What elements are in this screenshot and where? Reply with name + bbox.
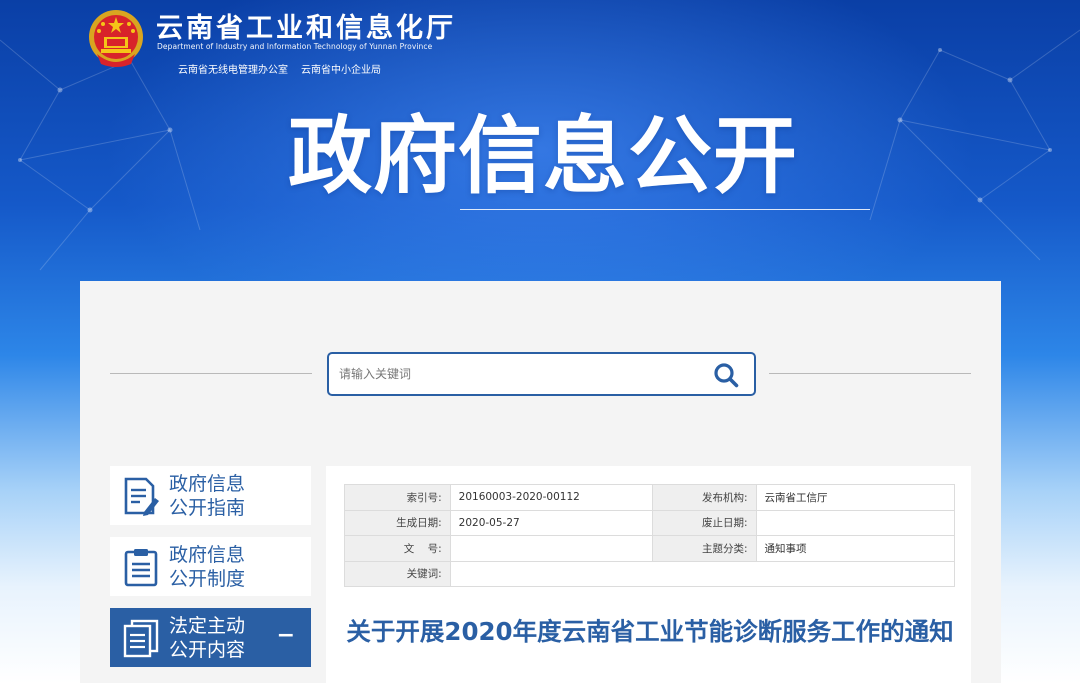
link-radio-office[interactable]: 云南省无线电管理办公室 xyxy=(178,61,288,76)
collapse-toggle-icon[interactable]: − xyxy=(277,623,295,648)
sidebar-item-label: 法定主动 公开内容 xyxy=(169,614,279,662)
meta-key: 发布机构: xyxy=(651,484,757,511)
meta-key: 生成日期: xyxy=(344,509,451,536)
meta-key: 关键词: xyxy=(344,560,451,587)
link-sme-bureau[interactable]: 云南省中小企业局 xyxy=(301,61,381,76)
meta-value: 2020-05-27 xyxy=(449,509,653,536)
sidebar-item-label: 政府信息 公开指南 xyxy=(169,472,279,520)
meta-value: 20160003-2020-00112 xyxy=(449,484,653,511)
site-subtitle: Department of Industry and Information T… xyxy=(157,42,433,51)
hero-underline xyxy=(460,209,870,210)
meta-key: 索引号: xyxy=(344,484,451,511)
meta-value xyxy=(449,535,653,562)
documents-icon xyxy=(123,619,159,658)
document-pen-icon xyxy=(124,477,159,516)
search-divider-right xyxy=(769,373,971,374)
table-row: 生成日期: 2020-05-27 废止日期: xyxy=(344,509,956,536)
sidebar-item-statutory-content[interactable]: 法定主动 公开内容 − xyxy=(110,608,311,667)
sidebar-label-line2: 公开制度 xyxy=(169,568,246,590)
meta-key: 主题分类: xyxy=(651,535,757,562)
sidebar-item-disclosure-system[interactable]: 政府信息 公开制度 xyxy=(110,537,311,596)
sidebar-item-disclosure-guide[interactable]: 政府信息 公开指南 xyxy=(110,466,311,525)
table-row: 文 号: 主题分类: 通知事项 xyxy=(344,535,956,562)
clipboard-icon xyxy=(124,549,158,587)
sidebar-label-line1: 法定主动 xyxy=(169,615,246,637)
site-title[interactable]: 云南省工业和信息化厅 xyxy=(156,6,456,45)
document-metadata-table: 索引号: 20160003-2020-00112 发布机构: 云南省工信厅 生成… xyxy=(344,484,956,587)
meta-key: 废止日期: xyxy=(651,509,757,536)
table-row: 索引号: 20160003-2020-00112 发布机构: 云南省工信厅 xyxy=(344,484,956,511)
sidebar-label-line2: 公开内容 xyxy=(169,639,246,661)
search-input[interactable] xyxy=(339,363,699,385)
document-title: 关于开展2020年度云南省工业节能诊断服务工作的通知 xyxy=(346,617,954,646)
sidebar-label-line1: 政府信息 xyxy=(169,544,246,566)
meta-value xyxy=(755,509,956,536)
search-box xyxy=(327,352,756,396)
sidebar-label-line2: 公开指南 xyxy=(169,497,246,519)
meta-value xyxy=(449,560,956,587)
meta-key: 文 号: xyxy=(344,535,451,562)
meta-value: 通知事项 xyxy=(755,535,956,562)
hero-title: 政府信息公开 xyxy=(288,107,799,205)
sidebar-label-line1: 政府信息 xyxy=(169,473,246,495)
sidebar-item-label: 政府信息 公开制度 xyxy=(169,543,279,591)
search-divider-left xyxy=(110,373,312,374)
search-icon[interactable] xyxy=(713,362,739,388)
header-links: 云南省无线电管理办公室 云南省中小企业局 xyxy=(178,61,381,76)
national-emblem-icon xyxy=(89,10,143,67)
table-row: 关键词: xyxy=(344,560,956,587)
meta-value: 云南省工信厅 xyxy=(755,484,956,511)
